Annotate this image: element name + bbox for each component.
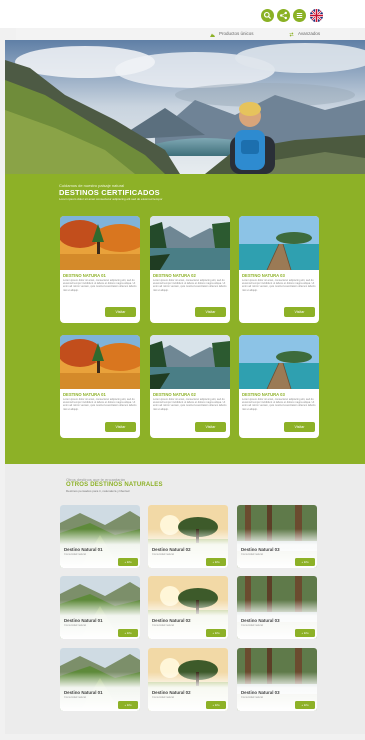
section-title: DESTINOS CERTIFICADOS bbox=[59, 188, 160, 197]
info-button[interactable]: + Info bbox=[206, 629, 226, 637]
info-button[interactable]: + Info bbox=[118, 629, 138, 637]
card-image bbox=[239, 335, 319, 390]
info-button[interactable]: + Info bbox=[295, 558, 315, 566]
card-subtitle: Comunidad natural bbox=[152, 696, 174, 699]
card-title: Destino Natural 03 bbox=[241, 690, 280, 695]
info-button[interactable]: + Info bbox=[118, 558, 138, 566]
visit-button[interactable]: Visitar bbox=[105, 307, 136, 317]
card-text: Lorem ipsum dolor sit amet, consectetur … bbox=[153, 279, 227, 292]
card-subtitle: Comunidad natural bbox=[241, 696, 263, 699]
visit-button[interactable]: Visitar bbox=[284, 422, 315, 432]
other-destination-card[interactable]: Destino Natural 02 Comunidad natural + Inf… bbox=[148, 576, 228, 639]
info-button[interactable]: + Info bbox=[206, 701, 226, 709]
menu-icon[interactable] bbox=[293, 9, 306, 22]
card-subtitle: Comunidad natural bbox=[152, 553, 174, 556]
destination-card[interactable]: DESTINO NATURA 03 Lorem ipsum dolor sit … bbox=[239, 216, 319, 323]
card-title: Destino Natural 01 bbox=[64, 690, 103, 695]
card-title: DESTINO NATURA 02 bbox=[153, 392, 196, 397]
card-title: DESTINO NATURA 02 bbox=[153, 273, 196, 278]
uk-flag-icon[interactable] bbox=[310, 9, 323, 22]
visit-button[interactable]: Visitar bbox=[105, 422, 136, 432]
section-title: OTROS DESTINOS NATURALES bbox=[66, 482, 163, 488]
card-title: Destino Natural 02 bbox=[152, 547, 191, 552]
mountain-icon bbox=[210, 31, 215, 38]
card-title: Destino Natural 02 bbox=[152, 618, 191, 623]
card-subtitle: Comunidad natural bbox=[241, 624, 263, 627]
card-subtitle: Comunidad natural bbox=[152, 624, 174, 627]
destination-card[interactable]: DESTINO NATURA 02 Lorem ipsum dolor sit … bbox=[150, 335, 230, 438]
visit-button[interactable]: Visitar bbox=[195, 422, 226, 432]
card-text: Lorem ipsum dolor sit amet, consectetur … bbox=[153, 398, 227, 411]
nav-item-avanzados[interactable]: Avanzados bbox=[289, 29, 320, 39]
card-title: DESTINO NATURA 03 bbox=[242, 273, 285, 278]
card-text: Lorem ipsum dolor sit amet, consectetur … bbox=[242, 279, 316, 292]
card-title: DESTINO NATURA 01 bbox=[63, 392, 106, 397]
hero-image bbox=[5, 40, 365, 174]
destination-card[interactable]: DESTINO NATURA 03 Lorem ipsum dolor sit … bbox=[239, 335, 319, 438]
other-destination-card[interactable]: Destino Natural 01 Comunidad natural + Inf… bbox=[60, 505, 140, 568]
info-button[interactable]: + Info bbox=[118, 701, 138, 709]
info-button[interactable]: + Info bbox=[295, 701, 315, 709]
card-image bbox=[239, 216, 319, 271]
other-destination-card[interactable]: Destino Natural 02 Comunidad natural + Inf… bbox=[148, 505, 228, 568]
card-subtitle: Comunidad natural bbox=[64, 553, 86, 556]
card-text: Lorem ipsum dolor sit amet, consectetur … bbox=[63, 279, 137, 292]
nav-item-label: Productos únicos bbox=[219, 31, 254, 36]
card-image bbox=[150, 335, 230, 389]
destination-card[interactable]: DESTINO NATURA 01 Lorem ipsum dolor sit … bbox=[60, 335, 140, 438]
top-icon-bar bbox=[0, 0, 365, 28]
section-subtitle: Destinos pensados para ti, naturaleza y … bbox=[66, 489, 130, 493]
search-icon[interactable] bbox=[261, 9, 274, 22]
destination-card[interactable]: DESTINO NATURA 02 Lorem ipsum dolor sit … bbox=[150, 216, 230, 323]
info-button[interactable]: + Info bbox=[206, 558, 226, 566]
card-title: Destino Natural 02 bbox=[152, 690, 191, 695]
info-button[interactable]: + Info bbox=[295, 629, 315, 637]
card-image bbox=[60, 216, 140, 270]
share-icon[interactable] bbox=[277, 9, 290, 22]
card-text: Lorem ipsum dolor sit amet, consectetur … bbox=[242, 398, 316, 411]
nav-item-label: Avanzados bbox=[298, 31, 321, 36]
arrows-icon bbox=[289, 31, 294, 37]
card-title: DESTINO NATURA 01 bbox=[63, 273, 106, 278]
destination-card[interactable]: DESTINO NATURA 01 Lorem ipsum dolor sit … bbox=[60, 216, 140, 323]
other-destination-card[interactable]: Destino Natural 03 Comunidad natural + Inf… bbox=[237, 648, 317, 711]
card-text: Lorem ipsum dolor sit amet, consectetur … bbox=[63, 398, 137, 411]
nav-item-productos[interactable]: Productos únicos bbox=[210, 29, 254, 39]
other-destination-card[interactable]: Destino Natural 03 Comunidad natural + Inf… bbox=[237, 576, 317, 639]
other-destination-card[interactable]: Destino Natural 01 Comunidad natural + Inf… bbox=[60, 648, 140, 711]
card-title: DESTINO NATURA 03 bbox=[242, 392, 285, 397]
other-destination-card[interactable]: Destino Natural 01 Comunidad natural + Inf… bbox=[60, 576, 140, 639]
other-destination-card[interactable]: Destino Natural 02 Comunidad natural + Inf… bbox=[148, 648, 228, 711]
section-subtitle: Lorem ipsum dolor sit amet consectetur a… bbox=[59, 197, 163, 201]
card-title: Destino Natural 01 bbox=[64, 618, 103, 623]
card-subtitle: Comunidad natural bbox=[64, 624, 86, 627]
visit-button[interactable]: Visitar bbox=[284, 307, 315, 317]
certified-destinations-section: Cuidamos de nuestro paisaje natural DEST… bbox=[5, 174, 365, 464]
card-subtitle: Comunidad natural bbox=[64, 696, 86, 699]
card-title: Destino Natural 03 bbox=[241, 547, 280, 552]
card-subtitle: Comunidad natural bbox=[241, 553, 263, 556]
secondary-nav: Productos únicos Avanzados bbox=[16, 28, 350, 40]
card-title: Destino Natural 03 bbox=[241, 618, 280, 623]
card-image bbox=[60, 335, 140, 389]
visit-button[interactable]: Visitar bbox=[195, 307, 226, 317]
card-title: Destino Natural 01 bbox=[64, 547, 103, 552]
card-image bbox=[150, 216, 230, 270]
other-destination-card[interactable]: Destino Natural 03 Comunidad natural + Inf… bbox=[237, 505, 317, 568]
